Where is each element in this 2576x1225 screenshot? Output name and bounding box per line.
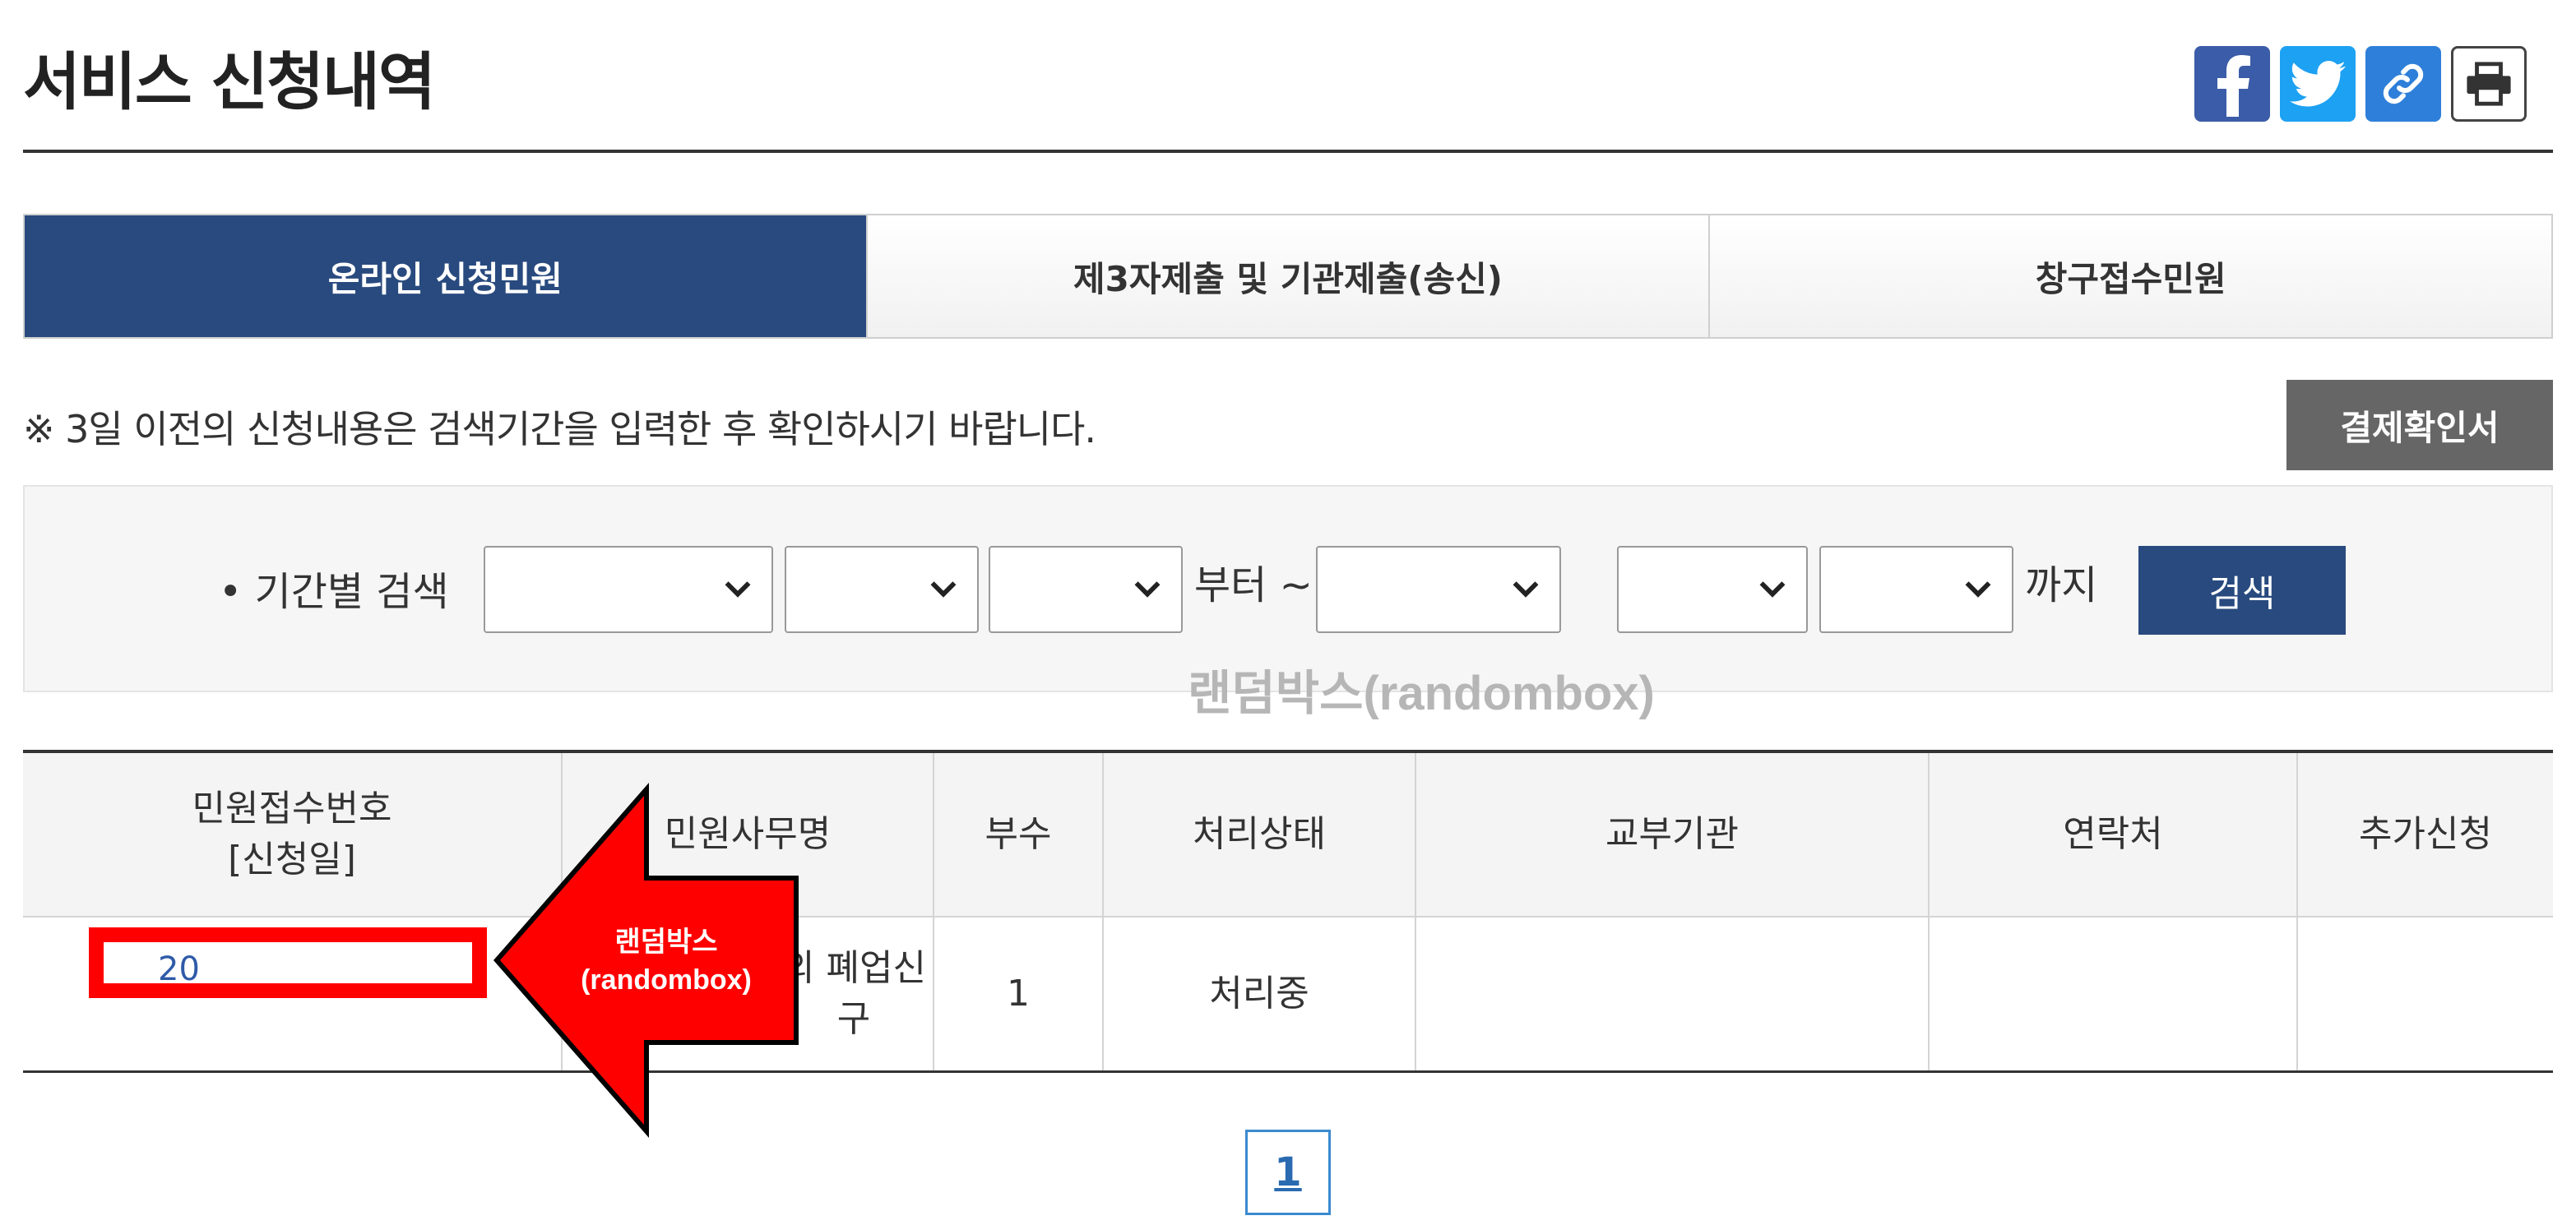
- to-month-select[interactable]: [1617, 546, 1808, 633]
- arrow-label: 랜덤박스 (randombox): [568, 924, 765, 1000]
- from-day-select[interactable]: [989, 546, 1183, 633]
- twitter-icon[interactable]: [2280, 46, 2356, 122]
- chevron-down-icon: [930, 581, 957, 598]
- application-table: 민원접수번호 [신청일] 민원사무명 부수 처리상태 교부기관 연락처 추가신청…: [23, 750, 2553, 1073]
- print-icon[interactable]: [2451, 46, 2527, 122]
- notice-text: ※ 3일 이전의 신청내용은 검색기간을 입력한 후 확인하시기 바랍니다.: [23, 407, 1096, 451]
- copies-cell: 1: [934, 918, 1104, 1070]
- from-month-select[interactable]: [785, 546, 979, 633]
- chevron-down-icon: [1759, 581, 1786, 598]
- header-status: 처리상태: [1104, 753, 1416, 916]
- issuing-agency-cell: [1416, 918, 1930, 1070]
- header-contact: 연락처: [1930, 753, 2298, 916]
- link-icon[interactable]: [2365, 46, 2441, 122]
- chevron-down-icon: [725, 581, 751, 598]
- header-copies: 부수: [934, 753, 1104, 916]
- service-tabs: 온라인 신청민원 제3자제출 및 기관제출(송신) 창구접수민원: [23, 214, 2553, 339]
- additional-request-cell: [2298, 918, 2553, 1070]
- watermark-text: 랜덤박스(randombox): [1188, 667, 1655, 720]
- status-cell: 처리중: [1104, 918, 1416, 1070]
- header-issuing-agency: 교부기관: [1416, 753, 1930, 916]
- search-label: • 기간별 검색: [219, 569, 449, 615]
- tab-online-application[interactable]: 온라인 신청민원: [25, 215, 868, 337]
- from-year-select[interactable]: [484, 546, 773, 633]
- share-bar: [2194, 46, 2527, 122]
- table-header-row: 민원접수번호 [신청일] 민원사무명 부수 처리상태 교부기관 연락처 추가신청: [23, 753, 2553, 918]
- page-number-1[interactable]: 1: [1245, 1130, 1331, 1215]
- highlight-box: 20: [89, 927, 487, 998]
- header-receipt-number: 민원접수번호 [신청일]: [23, 753, 563, 916]
- tab-third-party-submission[interactable]: 제3자제출 및 기관제출(송신): [867, 215, 1711, 337]
- title-divider: [23, 150, 2553, 153]
- to-day-select[interactable]: [1819, 546, 2013, 633]
- to-year-select[interactable]: [1316, 546, 1561, 633]
- from-label: 부터 ~: [1194, 562, 1313, 608]
- tab-counter-application[interactable]: 창구접수민원: [1710, 215, 2552, 337]
- arrow-label-line1: 랜덤박스: [614, 927, 718, 958]
- contact-cell: [1930, 918, 2298, 1070]
- chevron-down-icon: [1134, 581, 1161, 598]
- chevron-down-icon: [1513, 581, 1539, 598]
- receipt-number-link[interactable]: 20: [158, 950, 200, 988]
- facebook-icon[interactable]: [2194, 46, 2270, 122]
- arrow-label-line2: (randombox): [581, 964, 752, 996]
- to-label: 까지: [2025, 562, 2098, 608]
- search-button[interactable]: 검색: [2138, 546, 2346, 635]
- payment-receipt-button[interactable]: 결제확인서: [2286, 380, 2553, 470]
- chevron-down-icon: [1965, 581, 1991, 598]
- header-additional-request: 추가신청: [2359, 813, 2492, 856]
- page-title: 서비스 신청내역: [23, 45, 436, 118]
